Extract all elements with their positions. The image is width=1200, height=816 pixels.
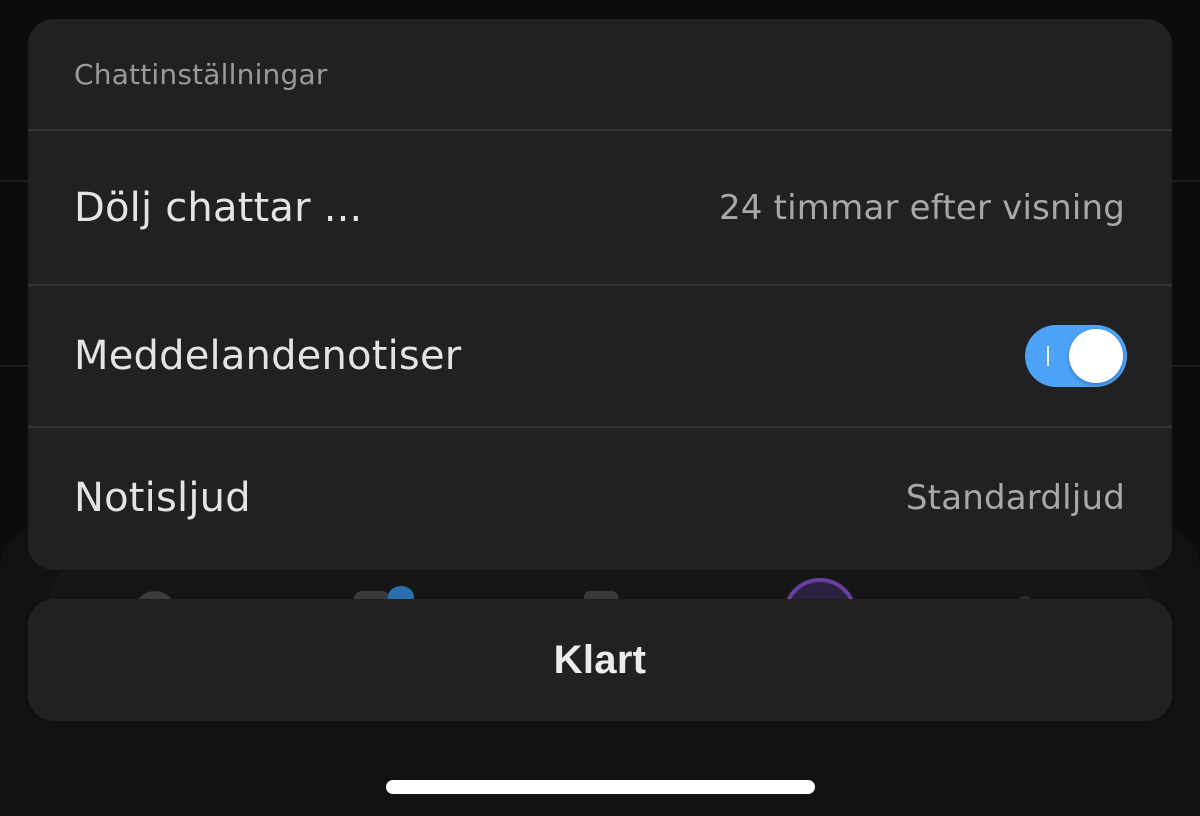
background-divider xyxy=(1172,180,1200,182)
row-message-notifications: Meddelandenotiser xyxy=(28,286,1172,428)
row-message-notifications-label: Meddelandenotiser xyxy=(74,333,462,379)
sheet-title: Chattinställningar xyxy=(74,57,328,91)
sheet-header: Chattinställningar xyxy=(28,19,1172,131)
screen: Chattinställningar Dölj chattar ... 24 t… xyxy=(0,0,1200,816)
message-notifications-toggle[interactable] xyxy=(1025,325,1127,387)
row-notification-sound-label: Notisljud xyxy=(74,475,251,521)
row-notification-sound[interactable]: Notisljud Standardljud xyxy=(28,428,1172,568)
toggle-knob xyxy=(1069,329,1123,383)
home-indicator[interactable] xyxy=(386,780,815,794)
done-button[interactable]: Klart xyxy=(28,599,1172,721)
row-notification-sound-value: Standardljud xyxy=(905,478,1125,518)
toggle-on-mark-icon xyxy=(1047,346,1049,366)
background-divider xyxy=(0,180,28,182)
background-divider xyxy=(1172,365,1200,367)
row-hide-chats-value: 24 timmar efter visning xyxy=(718,187,1125,228)
chat-settings-sheet: Chattinställningar Dölj chattar ... 24 t… xyxy=(28,19,1172,570)
background-divider xyxy=(0,365,28,367)
row-hide-chats-label: Dölj chattar ... xyxy=(74,184,363,231)
row-hide-chats[interactable]: Dölj chattar ... 24 timmar efter visning xyxy=(28,131,1172,286)
